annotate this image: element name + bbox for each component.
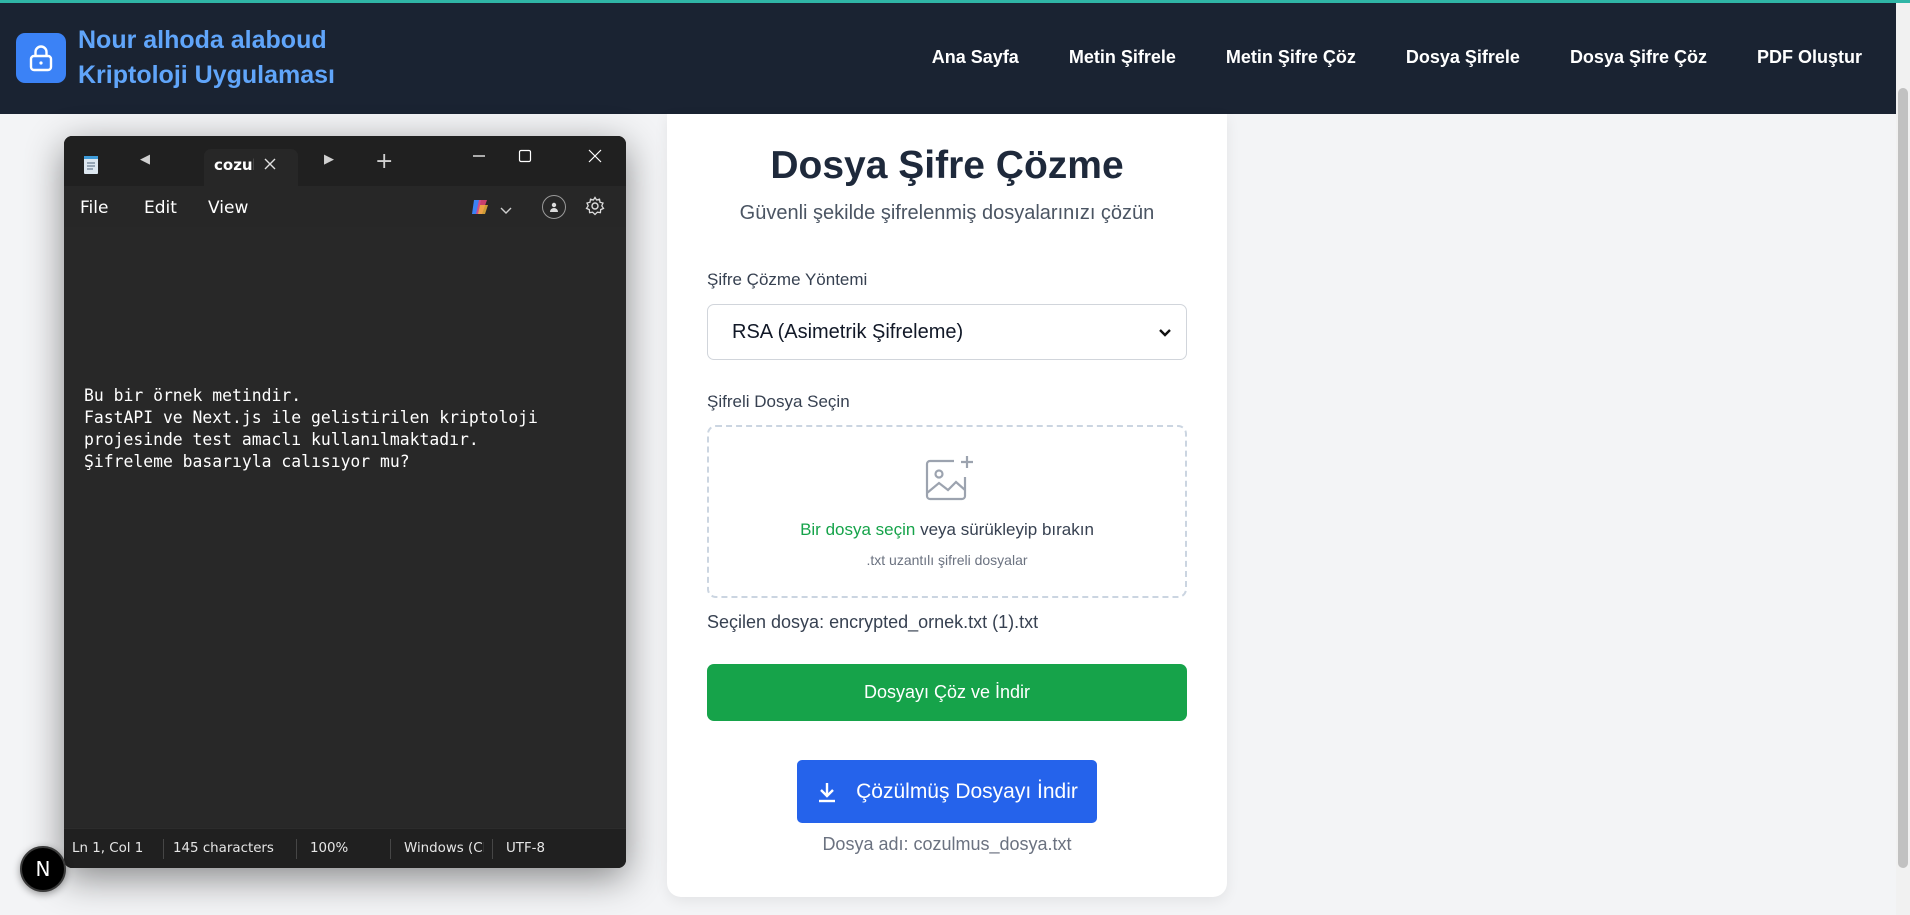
status-cursor-position: Ln 1, Col 1: [72, 841, 144, 856]
nextjs-logo-letter: N: [35, 857, 51, 881]
notepad-statusbar: Ln 1, Col 1 145 characters 100% Windows …: [64, 828, 626, 868]
menu-file[interactable]: File: [80, 198, 108, 218]
tab-active-label: cozulı: [214, 156, 254, 174]
nav-dosya-sifrele[interactable]: Dosya Şifrele: [1406, 47, 1520, 68]
file-dropzone[interactable]: Bir dosya seçin veya sürükleyip bırakın …: [707, 425, 1187, 598]
nav-metin-sifre-coz[interactable]: Metin Şifre Çöz: [1226, 47, 1356, 68]
tab-scroll-right-icon[interactable]: ▶: [324, 152, 334, 167]
image-add-icon: [924, 455, 976, 508]
text-line: Bu bir örnek metindir.: [84, 386, 302, 405]
brand-app-name: Kriptoloji Uygulaması: [78, 61, 335, 89]
tab-scroll-left-icon[interactable]: ◀: [140, 152, 150, 167]
menu-view[interactable]: View: [208, 198, 248, 218]
tab-active[interactable]: cozulı: [204, 149, 298, 186]
status-divider: [296, 839, 297, 859]
nav-ana-sayfa[interactable]: Ana Sayfa: [932, 47, 1019, 68]
copilot-icon[interactable]: [470, 197, 490, 221]
close-tab-icon[interactable]: [263, 156, 277, 175]
nav-metin-sifrele[interactable]: Metin Şifrele: [1069, 47, 1176, 68]
choose-file-link[interactable]: Bir dosya seçin: [800, 520, 915, 539]
notepad-titlebar[interactable]: ◀ ed_o cozulı ▶ +: [64, 136, 626, 186]
text-line: projesinde test amaclı kullanılmaktadır.: [84, 430, 479, 449]
download-button-label: Çözülmüş Dosyayı İndir: [856, 779, 1078, 803]
page-scrollbar[interactable]: [1896, 3, 1910, 915]
nav-dosya-sifre-coz[interactable]: Dosya Şifre Çöz: [1570, 47, 1707, 68]
status-divider: [163, 839, 164, 859]
method-select[interactable]: RSA (Asimetrik Şifreleme): [707, 304, 1187, 360]
status-divider: [492, 839, 493, 859]
status-zoom[interactable]: 100%: [310, 841, 348, 856]
status-line-ending[interactable]: Windows (CRLF: [404, 841, 484, 856]
file-label: Şifreli Dosya Seçin: [707, 392, 850, 411]
new-tab-icon[interactable]: +: [375, 149, 393, 174]
chevron-down-icon: [1158, 321, 1172, 344]
status-character-count: 145 characters: [173, 841, 274, 856]
status-divider: [390, 839, 391, 859]
decrypt-download-button[interactable]: Dosyayı Çöz ve İndir: [707, 664, 1187, 721]
download-decrypted-button[interactable]: Çözülmüş Dosyayı İndir: [797, 760, 1097, 823]
nav-pdf-olustur[interactable]: PDF Oluştur: [1757, 47, 1862, 68]
close-window-icon[interactable]: [572, 140, 618, 172]
selected-file-text: Seçilen dosya: encrypted_ornek.txt (1).t…: [707, 612, 1039, 632]
account-icon[interactable]: [542, 195, 566, 219]
text-line: Şifreleme basarıyla calısıyor mu?: [84, 452, 410, 471]
dropzone-drag-text: veya sürükleyip bırakın: [915, 520, 1094, 539]
minimize-icon[interactable]: [456, 140, 502, 172]
dropzone-hint: .txt uzantılı şifreli dosyalar: [866, 552, 1028, 568]
settings-gear-icon[interactable]: [585, 196, 605, 220]
notepad-text-area[interactable]: Bu bir örnek metindir. FastAPI ve Next.j…: [64, 227, 626, 827]
dropzone-text: Bir dosya seçin veya sürükleyip bırakın: [709, 520, 1185, 540]
text-line: FastAPI ve Next.js ile gelistirilen krip…: [84, 408, 538, 427]
notepad-menubar: File Edit View: [64, 186, 626, 226]
menu-edit[interactable]: Edit: [144, 198, 177, 218]
page-title: Dosya Şifre Çözme: [770, 144, 1124, 187]
method-select-value: RSA (Asimetrik Şifreleme): [732, 320, 964, 343]
nextjs-dev-badge[interactable]: N: [20, 846, 66, 892]
notepad-icon: [82, 155, 100, 179]
brand[interactable]: Nour alhoda alaboud Kriptoloji Uygulamas…: [16, 23, 335, 93]
download-icon: [816, 781, 838, 803]
main-nav: Ana Sayfa Metin Şifrele Metin Şifre Çöz …: [882, 47, 1862, 68]
chevron-down-icon[interactable]: [500, 200, 512, 219]
decrypted-file-name: Dosya adı: cozulmus_dosya.txt: [822, 834, 1072, 854]
method-label: Şifre Çözme Yöntemi: [707, 270, 868, 289]
lock-icon: [16, 33, 66, 83]
page-subtitle: Güvenli şekilde şifrelenmiş dosyalarınız…: [739, 202, 1155, 224]
app-header: Nour alhoda alaboud Kriptoloji Uygulamas…: [0, 3, 1896, 114]
notepad-window[interactable]: ◀ ed_o cozulı ▶ + File Edit View: [64, 136, 626, 868]
maximize-icon[interactable]: [502, 140, 548, 172]
decrypt-card: Dosya Şifre Çözme Güvenli şekilde şifrel…: [667, 114, 1227, 897]
brand-name: Nour alhoda alaboud: [78, 26, 327, 54]
status-encoding[interactable]: UTF-8: [506, 841, 545, 856]
scrollbar-thumb[interactable]: [1898, 88, 1908, 868]
